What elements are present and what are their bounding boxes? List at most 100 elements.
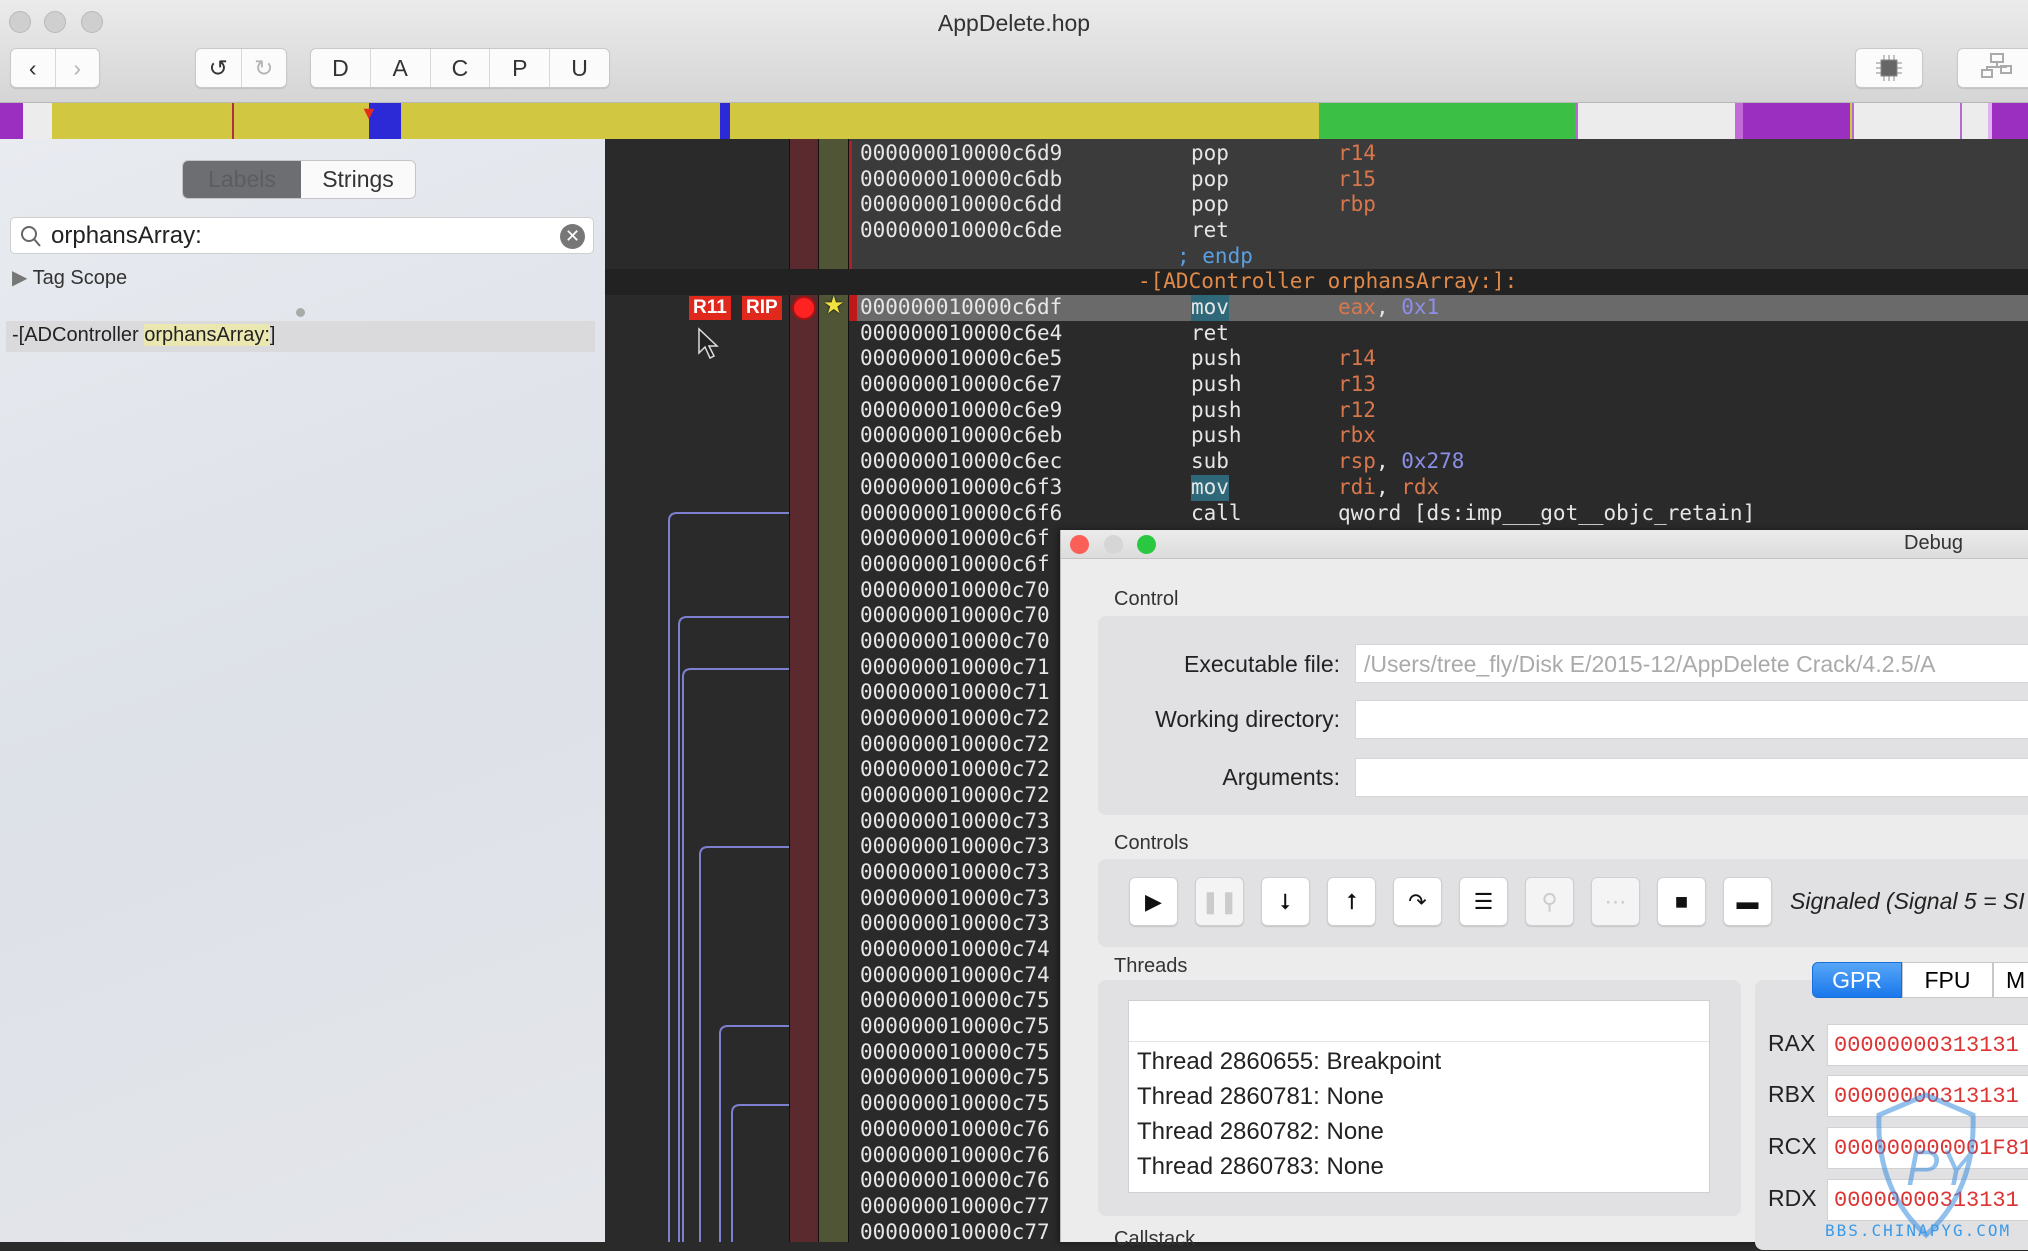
tab-fpu[interactable]: FPU: [1902, 962, 1993, 998]
tab-labels[interactable]: Labels: [183, 161, 301, 198]
step-instruction-button[interactable]: ☰: [1459, 877, 1508, 926]
tab-strings[interactable]: Strings: [300, 161, 415, 198]
code-row[interactable]: 000000010000c6e9 push r12: [605, 398, 2028, 424]
working-directory-field[interactable]: [1355, 700, 2028, 739]
debug-controls: ▶ ❚❚ ⭣ ⭡ ↷ ☰ ⚲ ⋯ ■ ▬: [1129, 877, 1772, 926]
address: 000000010000c6e4: [860, 320, 1063, 345]
thread-row[interactable]: Thread 2860655: Breakpoint: [1137, 1048, 1441, 1076]
code-mode-button[interactable]: C: [431, 49, 491, 87]
code-row[interactable]: 000000010000c6d9 pop r14: [605, 141, 2028, 167]
undefined-mode-button[interactable]: U: [550, 49, 609, 87]
undo-button[interactable]: ↺: [196, 49, 242, 87]
segment-unexplored: [1852, 103, 1988, 139]
segment-external: [1988, 103, 2028, 139]
register-label: RBX: [1768, 1081, 1816, 1107]
address: 000000010000c72: [860, 705, 1050, 730]
back-button[interactable]: ‹: [11, 49, 56, 87]
pause-button[interactable]: ❚❚: [1195, 877, 1244, 926]
thread-row[interactable]: Thread 2860782: None: [1137, 1118, 1384, 1146]
threads-list[interactable]: Thread 2860655: Breakpoint Thread 286078…: [1128, 1000, 1710, 1193]
mnemonic: pop: [1191, 166, 1229, 191]
executable-field[interactable]: /Users/tree_fly/Disk E/2015-12/AppDelete…: [1355, 644, 2028, 683]
bookmark-star-icon[interactable]: ★: [823, 291, 845, 320]
debug-status: Signaled (Signal 5 = SI: [1790, 888, 2025, 914]
address: 000000010000c75: [860, 1065, 1050, 1090]
procedure-header[interactable]: -[ADController orphansArray:]:: [605, 269, 2028, 296]
step-into-button[interactable]: ⭣: [1261, 877, 1310, 926]
register-value[interactable]: 00000000313131: [1827, 1024, 2028, 1066]
code-row[interactable]: 000000010000c6db pop r15: [605, 167, 2028, 193]
tag-scope-disclosure[interactable]: ▶ Tag Scope: [12, 265, 127, 290]
segment-unexplored: [23, 103, 52, 139]
code-row[interactable]: 000000010000c6e7 push r13: [605, 372, 2028, 398]
control-section-label: Control: [1114, 588, 1179, 610]
code-row[interactable]: 000000010000c6e5 push r14: [605, 346, 2028, 372]
code-row[interactable]: 000000010000c6de ret: [605, 218, 2028, 244]
code-row[interactable]: 000000010000c6eb push rbx: [605, 423, 2028, 449]
mnemonic: mov: [1191, 295, 1229, 321]
step-out-button[interactable]: ⭡: [1327, 877, 1376, 926]
address: 000000010000c70: [860, 628, 1050, 653]
endp-text: ; endp: [1177, 243, 1253, 268]
tag-scope-label: Tag Scope: [32, 267, 128, 289]
mnemonic: push: [1191, 372, 1242, 397]
search-input[interactable]: orphansArray: ✕: [10, 217, 594, 254]
breakpoint-icon[interactable]: [794, 298, 814, 318]
address: 000000010000c71: [860, 680, 1050, 705]
list-item[interactable]: -[ADController orphansArray:]: [6, 321, 595, 352]
code-row[interactable]: 000000010000c6df mov eax, 0x1: [849, 295, 2028, 321]
threads-section-label: Threads: [1114, 955, 1188, 977]
step-over-button[interactable]: ↷: [1393, 877, 1442, 926]
graph-view-button[interactable]: [1957, 48, 2028, 88]
address: 000000010000c70: [860, 603, 1050, 628]
mouse-cursor-icon: [698, 327, 719, 360]
address: 000000010000c6dd: [860, 192, 1063, 217]
detach-button[interactable]: ⋯: [1591, 877, 1640, 926]
window-title: AppDelete.hop: [937, 10, 1091, 36]
endp-comment[interactable]: ; endp: [605, 244, 2028, 270]
address: 000000010000c75: [860, 1091, 1050, 1116]
minimize-debug-button[interactable]: [1104, 535, 1123, 554]
forward-button[interactable]: ›: [56, 49, 100, 87]
code-row[interactable]: 000000010000c6ec sub rsp, 0x278: [605, 449, 2028, 475]
segment-external: [1735, 103, 1850, 139]
kill-button[interactable]: ▬: [1723, 877, 1772, 926]
segment-marker: [232, 103, 234, 139]
close-debug-button[interactable]: [1070, 535, 1089, 554]
mnemonic: ret: [1191, 218, 1229, 243]
scroll-indicator[interactable]: [296, 308, 305, 317]
procedure-mode-button[interactable]: P: [490, 49, 551, 87]
debug-window: Debug Control Executable file: /Users/tr…: [1060, 530, 2028, 1250]
operands: eax, 0x1: [1338, 295, 1440, 320]
mnemonic: push: [1191, 423, 1242, 448]
code-row[interactable]: 000000010000c6dd pop rbp: [605, 192, 2028, 218]
thread-row[interactable]: Thread 2860783: None: [1137, 1153, 1384, 1181]
svg-text:PY: PY: [1906, 1140, 1976, 1196]
data-mode-button[interactable]: D: [311, 49, 371, 87]
mnemonic: mov: [1191, 474, 1229, 501]
redo-button[interactable]: ↻: [242, 49, 287, 87]
code-row[interactable]: 000000010000c6f3 mov rdi, rdx: [605, 474, 2028, 501]
attach-button[interactable]: ⚲: [1525, 877, 1574, 926]
debugger-button[interactable]: [1855, 48, 1923, 88]
arguments-field[interactable]: [1355, 758, 2028, 797]
tab-gpr[interactable]: GPR: [1812, 962, 1902, 998]
address: 000000010000c76: [860, 1168, 1050, 1193]
code-row[interactable]: 000000010000c6f6 call qword [ds:imp___got_…: [605, 501, 2028, 527]
address: 000000010000c76: [860, 1116, 1050, 1141]
segment-marker: [1960, 103, 1962, 139]
continue-button[interactable]: ▶: [1129, 877, 1178, 926]
address: 000000010000c6db: [860, 166, 1063, 191]
operands: rbx: [1338, 423, 1376, 448]
stop-button[interactable]: ■: [1657, 877, 1706, 926]
ascii-mode-button[interactable]: A: [371, 49, 431, 87]
clear-search-icon[interactable]: ✕: [560, 224, 585, 249]
navigation-bar[interactable]: ▼: [0, 103, 2028, 139]
working-directory-label: Working directory:: [1155, 706, 1340, 732]
tab-more[interactable]: M: [1993, 962, 2028, 998]
zoom-debug-button[interactable]: [1137, 535, 1156, 554]
thread-row[interactable]: Thread 2860781: None: [1137, 1083, 1384, 1111]
address: 000000010000c76: [860, 1142, 1050, 1167]
code-row[interactable]: 000000010000c6e4 ret: [605, 321, 2028, 347]
operands: r14: [1338, 346, 1376, 371]
